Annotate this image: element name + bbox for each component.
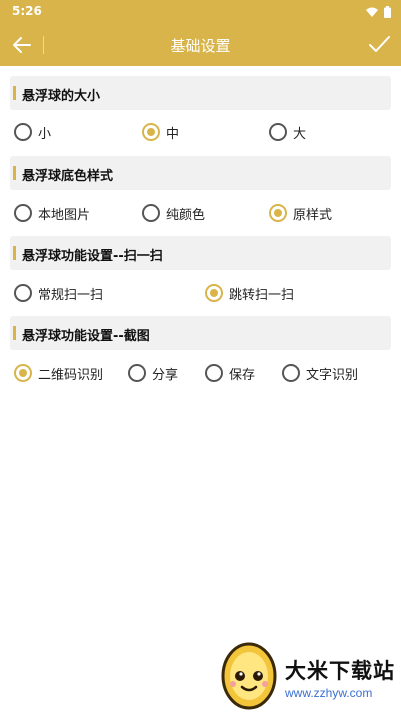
radio-shot-qr-recognize[interactable]: 二维码识别: [14, 363, 103, 383]
radio-circle[interactable]: [142, 204, 160, 222]
radio-circle[interactable]: [14, 123, 32, 141]
radio-label: 原样式: [293, 207, 333, 223]
radio-circle[interactable]: [14, 204, 32, 222]
radio-label: 中: [166, 126, 180, 142]
radio-circle[interactable]: [142, 123, 160, 141]
section-accent-bar: [13, 246, 16, 260]
radio-style-local-image[interactable]: 本地图片: [14, 203, 90, 223]
radio-label: 小: [38, 126, 52, 142]
watermark-name: 大米下载站: [285, 659, 395, 683]
radio-shot-save[interactable]: 保存: [205, 363, 255, 383]
status-bar: 5:26: [0, 0, 401, 24]
section-title: 悬浮球功能设置--扫一扫: [22, 249, 163, 264]
section-header-size: 悬浮球的大小: [10, 76, 391, 110]
section-header-style: 悬浮球底色样式: [10, 156, 391, 190]
radio-circle[interactable]: [14, 364, 32, 382]
radio-circle[interactable]: [128, 364, 146, 382]
radio-label: 二维码识别: [38, 367, 104, 383]
section-title: 悬浮球功能设置--截图: [22, 329, 150, 344]
radio-circle[interactable]: [282, 364, 300, 382]
status-time: 5:26: [12, 4, 42, 18]
radio-style-original[interactable]: 原样式: [269, 203, 332, 223]
radio-circle[interactable]: [205, 364, 223, 382]
radio-circle[interactable]: [269, 204, 287, 222]
section-title: 悬浮球的大小: [22, 89, 101, 104]
radio-shot-share[interactable]: 分享: [128, 363, 178, 383]
radio-circle[interactable]: [269, 123, 287, 141]
mascot-logo-icon: [221, 642, 277, 710]
radio-label: 跳转扫一扫: [229, 287, 295, 303]
section-header-scan: 悬浮球功能设置--扫一扫: [10, 236, 391, 270]
radio-circle[interactable]: [14, 284, 32, 302]
app-bar: 基础设置: [0, 24, 401, 66]
radio-size-large[interactable]: 大: [269, 122, 306, 142]
radio-circle[interactable]: [205, 284, 223, 302]
status-icons: [366, 6, 391, 18]
radio-label: 文字识别: [306, 367, 359, 383]
battery-icon: [384, 6, 391, 18]
section-header-screenshot: 悬浮球功能设置--截图: [10, 316, 391, 350]
radio-shot-text-recognize[interactable]: 文字识别: [282, 363, 358, 383]
wifi-icon: [366, 7, 378, 17]
confirm-check-icon[interactable]: [367, 32, 391, 56]
radio-label: 本地图片: [38, 207, 91, 223]
radio-scan-jump[interactable]: 跳转扫一扫: [205, 283, 294, 303]
radio-scan-regular[interactable]: 常规扫一扫: [14, 283, 103, 303]
radio-label: 纯颜色: [166, 207, 206, 223]
section-accent-bar: [13, 86, 16, 100]
radio-size-small[interactable]: 小: [14, 122, 51, 142]
radio-label: 保存: [229, 367, 256, 383]
section-accent-bar: [13, 166, 16, 180]
section-accent-bar: [13, 326, 16, 340]
radio-size-medium[interactable]: 中: [142, 122, 179, 142]
radio-label: 常规扫一扫: [38, 287, 104, 303]
watermark-url: www.zzhyw.com: [285, 686, 373, 700]
radio-style-solid-color[interactable]: 纯颜色: [142, 203, 205, 223]
radio-label: 大: [293, 126, 307, 142]
section-title: 悬浮球底色样式: [22, 169, 114, 184]
radio-label: 分享: [152, 367, 179, 383]
page-title: 基础设置: [170, 37, 231, 55]
